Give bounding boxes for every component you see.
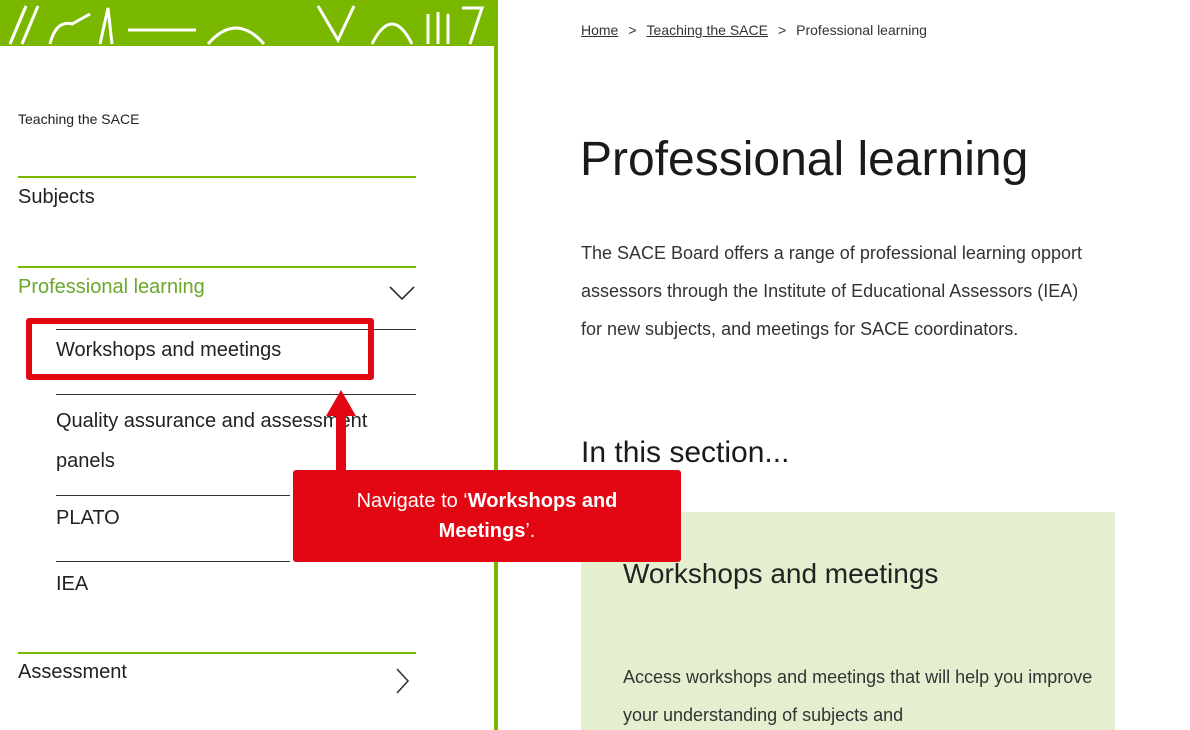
divider <box>56 394 416 395</box>
divider <box>56 495 290 496</box>
section-heading: In this section... <box>581 436 790 469</box>
card-title[interactable]: Workshops and meetings <box>623 558 938 590</box>
sidebar-item-assessment[interactable]: Assessment <box>18 661 127 684</box>
breadcrumb-home-link[interactable]: Home <box>581 22 618 38</box>
highlight-box <box>26 318 374 380</box>
callout-prefix: Navigate to ‘ <box>356 490 468 512</box>
intro-line: assessors through the Institute of Educa… <box>581 281 1079 301</box>
intro-line: The SACE Board offers a range of profess… <box>581 243 1082 263</box>
breadcrumb-teaching-link[interactable]: Teaching the SACE <box>647 22 768 38</box>
callout-suffix: ’. <box>525 520 536 542</box>
chevron-down-icon[interactable] <box>388 284 416 302</box>
divider <box>18 652 416 654</box>
sidebar-green-divider <box>494 0 498 730</box>
sidebar-item-professional-learning[interactable]: Professional learning <box>18 276 205 299</box>
sidebar-section-heading[interactable]: Teaching the SACE <box>18 111 139 127</box>
intro-line: for new subjects, and meetings for SACE … <box>581 319 1019 339</box>
arrow-head <box>326 390 356 416</box>
breadcrumb-separator: > <box>777 22 787 38</box>
sidebar-subitem-iea[interactable]: IEA <box>56 573 88 596</box>
callout-text: Navigate to ‘Workshops and Meetings’. <box>309 486 665 546</box>
instruction-callout: Navigate to ‘Workshops and Meetings’. <box>293 470 681 562</box>
arrow-shaft <box>336 414 346 472</box>
divider <box>18 176 416 178</box>
breadcrumb: Home > Teaching the SACE > Professional lear… <box>581 22 927 38</box>
breadcrumb-separator: > <box>628 22 637 38</box>
page-title: Professional learning <box>580 133 1029 186</box>
divider <box>56 561 290 562</box>
chevron-right-icon[interactable] <box>394 667 410 695</box>
sidebar-item-subjects[interactable]: Subjects <box>18 186 95 209</box>
brand-pattern-banner <box>0 0 497 46</box>
arrow-up-icon <box>326 390 356 472</box>
divider <box>18 266 416 268</box>
sidebar-subitem-plato[interactable]: PLATO <box>56 507 120 530</box>
card-description: Access workshops and meetings that will … <box>623 667 1093 725</box>
breadcrumb-current: Professional learning <box>796 22 927 38</box>
intro-paragraph: The SACE Board offers a range of profess… <box>581 234 1190 344</box>
